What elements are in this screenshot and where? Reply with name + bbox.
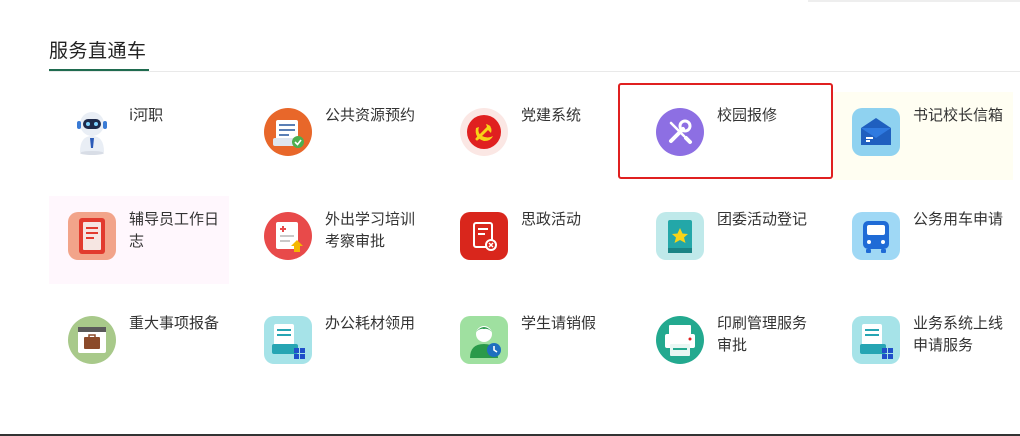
service-tile-system-launch[interactable]: 业务系统上线申请服务 — [833, 300, 1013, 388]
star-book-icon — [656, 212, 704, 260]
service-tile-student-leave[interactable]: 学生请销假 — [441, 300, 621, 388]
service-tile-party-system[interactable]: 党建系统 — [441, 92, 621, 180]
service-label: 书记校长信箱 — [913, 106, 1004, 124]
wrench-icon — [656, 108, 704, 156]
service-label: 外出学习培训考察审批 — [325, 210, 416, 250]
service-label: 公务用车申请 — [913, 210, 1004, 228]
bus-icon — [852, 212, 900, 260]
service-label: 党建系统 — [521, 106, 582, 124]
header-divider — [49, 71, 1020, 72]
service-label: 公共资源预约 — [325, 106, 416, 124]
service-label: 团委活动登记 — [717, 210, 808, 228]
service-tile-mailbox[interactable]: 书记校长信箱 — [833, 92, 1013, 180]
resource-booking-icon — [264, 108, 312, 156]
service-tile-ihezhi[interactable]: i河职 — [49, 92, 229, 180]
system-launch-icon — [852, 316, 900, 364]
service-tile-public-resource[interactable]: 公共资源预约 — [245, 92, 425, 180]
briefcase-icon — [68, 316, 116, 364]
office-supplies-icon — [264, 316, 312, 364]
service-tile-study-travel[interactable]: 外出学习培训考察审批 — [245, 196, 425, 284]
service-label: 学生请销假 — [521, 314, 597, 332]
mailbox-icon — [852, 108, 900, 156]
service-label: 办公耗材领用 — [325, 314, 416, 332]
party-emblem-icon — [460, 108, 508, 156]
service-label: 辅导员工作日志 — [129, 210, 220, 250]
service-tile-ideology-activity[interactable]: 思政活动 — [441, 196, 621, 284]
service-label: 重大事项报备 — [129, 314, 220, 332]
service-tile-office-supplies[interactable]: 办公耗材领用 — [245, 300, 425, 388]
notebook-icon — [68, 212, 116, 260]
section-title: 服务直通车 — [49, 40, 147, 62]
service-tile-league-registration[interactable]: 团委活动登记 — [637, 196, 817, 284]
service-tile-campus-repair[interactable]: 校园报修 — [637, 92, 817, 180]
service-tile-printing-approval[interactable]: 印刷管理服务审批 — [637, 300, 817, 388]
activity-doc-icon — [460, 212, 508, 260]
printer-icon — [656, 316, 704, 364]
student-leave-icon — [460, 316, 508, 364]
top-edge-bar — [808, 0, 1020, 2]
service-label: 印刷管理服务审批 — [717, 314, 808, 354]
service-label: 校园报修 — [717, 106, 778, 124]
service-tile-counselor-log[interactable]: 辅导员工作日志 — [49, 196, 229, 284]
service-label: 思政活动 — [521, 210, 582, 228]
service-tile-major-report[interactable]: 重大事项报备 — [49, 300, 229, 388]
robot-icon — [68, 108, 116, 156]
service-label: 业务系统上线申请服务 — [913, 314, 1004, 354]
service-label: i河职 — [129, 106, 164, 124]
service-tile-official-car[interactable]: 公务用车申请 — [833, 196, 1013, 284]
travel-doc-icon — [264, 212, 312, 260]
